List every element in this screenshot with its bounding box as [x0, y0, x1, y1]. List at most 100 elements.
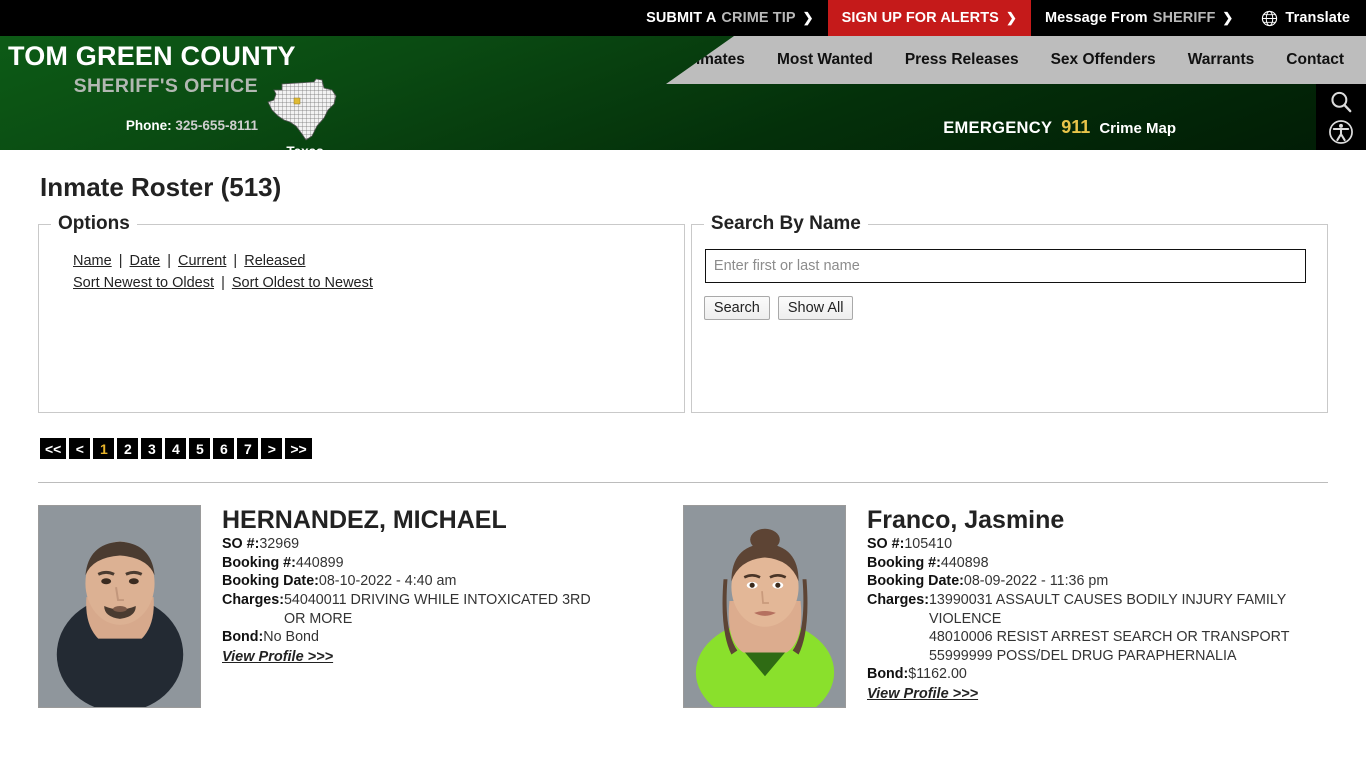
pagination-page-6[interactable]: 6 — [213, 438, 235, 459]
inmate-name: HERNANDEZ, MICHAEL — [222, 506, 507, 534]
pagination-first[interactable]: << — [40, 438, 67, 459]
inmate-bond-line: Bond: $1162.00 — [867, 665, 1328, 684]
inmate-booking-number-line: Booking #: 440898 — [867, 554, 1328, 573]
booking-label: Booking #: — [867, 554, 941, 571]
pagination-next[interactable]: > — [261, 438, 283, 459]
booking-date-label: Booking Date: — [867, 573, 964, 590]
sort-field-links: Name | Date | Current | Released — [73, 253, 672, 269]
separator: | — [118, 253, 123, 269]
site-brand[interactable]: TOM GREEN COUNTY SHERIFF'S OFFICE Phone:… — [8, 41, 296, 133]
search-panel: Search By Name Search Show All — [690, 213, 1328, 413]
so-label: SO #: — [867, 536, 905, 553]
inmate-details: HERNANDEZ, MICHAEL SO #: 32969 Booking #… — [201, 505, 614, 708]
search-icon[interactable] — [1328, 89, 1354, 115]
options-legend: Options — [58, 213, 130, 234]
pagination-page-1[interactable]: 1 — [93, 438, 115, 459]
page-title: Inmate Roster (513) — [40, 172, 282, 202]
texas-map-graphic: Texas — [262, 74, 348, 150]
pagination: << < 1 2 3 4 5 6 7 > >> — [40, 438, 1328, 459]
so-value: 105410 — [904, 536, 953, 553]
submit-crime-tip-link[interactable]: SUBMIT A CRIME TIP ❯ — [632, 0, 828, 36]
sort-order-links: Sort Newest to Oldest | Sort Oldest to N… — [73, 275, 672, 291]
view-profile-link[interactable]: View Profile >>> — [867, 686, 978, 702]
accessibility-icon[interactable] — [1328, 119, 1354, 145]
search-legend: Search By Name — [710, 213, 861, 234]
submit-crime-tip-strong: SUBMIT A — [646, 10, 717, 26]
so-value: 32969 — [259, 536, 300, 553]
charge-item: 13990031 ASSAULT CAUSES BODILY INJURY FA… — [928, 591, 1287, 627]
bond-value: $1162.00 — [908, 666, 967, 683]
charges-label: Charges: — [867, 591, 929, 608]
view-profile-link[interactable]: View Profile >>> — [222, 649, 333, 665]
sort-oldest-to-newest-link[interactable]: Sort Oldest to Newest — [232, 275, 373, 291]
site-header: Inmates Most Wanted Press Releases Sex O… — [0, 36, 1366, 150]
inmate-so-number-line: SO #: 105410 — [867, 535, 1328, 554]
translate-label: Translate — [1285, 10, 1350, 26]
sort-link-released[interactable]: Released — [244, 253, 305, 269]
message-from-sheriff-link[interactable]: Message From SHERIFF ❯ — [1031, 0, 1247, 36]
sort-newest-to-oldest-link[interactable]: Sort Newest to Oldest — [73, 275, 214, 291]
chevron-right-icon: ❯ — [802, 10, 814, 25]
pagination-page-5[interactable]: 5 — [189, 438, 211, 459]
inmate-charges-line: Charges: 54040011 DRIVING WHILE INTOXICA… — [222, 591, 614, 628]
search-button[interactable]: Search — [703, 296, 770, 320]
pagination-page-7[interactable]: 7 — [237, 438, 259, 459]
charge-item: 54040011 DRIVING WHILE INTOXICATED 3RD O… — [283, 591, 591, 627]
chevron-right-icon: ❯ — [1222, 10, 1234, 25]
nav-item-most-wanted[interactable]: Most Wanted — [761, 51, 889, 69]
texas-county-map-icon — [267, 78, 337, 141]
header-icon-rail — [1316, 84, 1366, 150]
nav-item-sex-offenders[interactable]: Sex Offenders — [1035, 51, 1172, 69]
sort-link-date[interactable]: Date — [130, 253, 161, 269]
booking-value: 440899 — [295, 554, 344, 571]
options-panel: Options Name | Date | Current | Released… — [38, 213, 685, 413]
pagination-last[interactable]: >> — [285, 438, 312, 459]
emergency-info: EMERGENCY 911 Crime Map — [943, 117, 1176, 138]
inmate-mugshot[interactable] — [683, 505, 846, 708]
submit-crime-tip-muted: CRIME TIP — [721, 10, 796, 26]
pagination-prev[interactable]: < — [69, 438, 91, 459]
globe-icon — [1261, 10, 1278, 27]
nav-item-warrants[interactable]: Warrants — [1172, 51, 1271, 69]
nav-item-press-releases[interactable]: Press Releases — [889, 51, 1035, 69]
sort-link-name[interactable]: Name — [73, 253, 112, 269]
charges-values: 13990031 ASSAULT CAUSES BODILY INJURY FA… — [929, 591, 1328, 665]
booking-date-label: Booking Date: — [222, 573, 319, 590]
inmate-so-number-line: SO #: 32969 — [222, 535, 614, 554]
translate-link[interactable]: Translate — [1247, 0, 1366, 36]
mugshot-female-image — [684, 506, 845, 707]
pagination-page-3[interactable]: 3 — [141, 438, 163, 459]
booking-label: Booking #: — [222, 554, 296, 571]
main-navigation: Inmates Most Wanted Press Releases Sex O… — [666, 36, 1366, 84]
crime-map-link[interactable]: Crime Map — [1099, 120, 1176, 137]
inmate-charges-line: Charges: 13990031 ASSAULT CAUSES BODILY … — [867, 591, 1328, 665]
sign-up-for-alerts-strong: SIGN UP FOR ALERTS — [841, 10, 999, 26]
page-content: Inmate Roster (513) Options Name | Date … — [0, 172, 1366, 708]
top-utility-bar: SUBMIT A CRIME TIP ❯ SIGN UP FOR ALERTS … — [0, 0, 1366, 36]
show-all-button[interactable]: Show All — [777, 296, 854, 320]
inmate-name: Franco, Jasmine — [867, 506, 1065, 534]
panels-row: Options Name | Date | Current | Released… — [38, 213, 1328, 413]
brand-phone: Phone: 325-655-8111 — [8, 118, 258, 133]
booking-date-value: 08-09-2022 - 11:36 pm — [963, 573, 1109, 590]
content-divider — [38, 482, 1328, 483]
brand-name: TOM GREEN COUNTY — [8, 41, 296, 71]
sort-link-current[interactable]: Current — [178, 253, 226, 269]
inmate-mugshot[interactable] — [38, 505, 201, 708]
chevron-right-icon: ❯ — [1005, 10, 1017, 25]
charges-values: 54040011 DRIVING WHILE INTOXICATED 3RD O… — [284, 591, 614, 628]
separator: | — [167, 253, 171, 269]
sign-up-for-alerts-link[interactable]: SIGN UP FOR ALERTS ❯ — [827, 0, 1031, 36]
inmate-record: HERNANDEZ, MICHAEL SO #: 32969 Booking #… — [38, 505, 683, 708]
search-input[interactable] — [704, 249, 1306, 283]
main-navigation-list: Inmates Most Wanted Press Releases Sex O… — [670, 36, 1366, 84]
pagination-page-4[interactable]: 4 — [165, 438, 187, 459]
nav-item-inmates[interactable]: Inmates — [670, 51, 761, 69]
charge-item: 48010006 RESIST ARREST SEARCH OR TRANSPO… — [928, 629, 1290, 646]
message-from-sheriff-strong: Message From — [1044, 10, 1148, 26]
nav-item-contact[interactable]: Contact — [1270, 51, 1360, 69]
so-label: SO #: — [222, 536, 260, 553]
pagination-page-2[interactable]: 2 — [117, 438, 139, 459]
inmate-booking-number-line: Booking #: 440899 — [222, 554, 614, 573]
mugshot-male-image — [39, 506, 200, 707]
